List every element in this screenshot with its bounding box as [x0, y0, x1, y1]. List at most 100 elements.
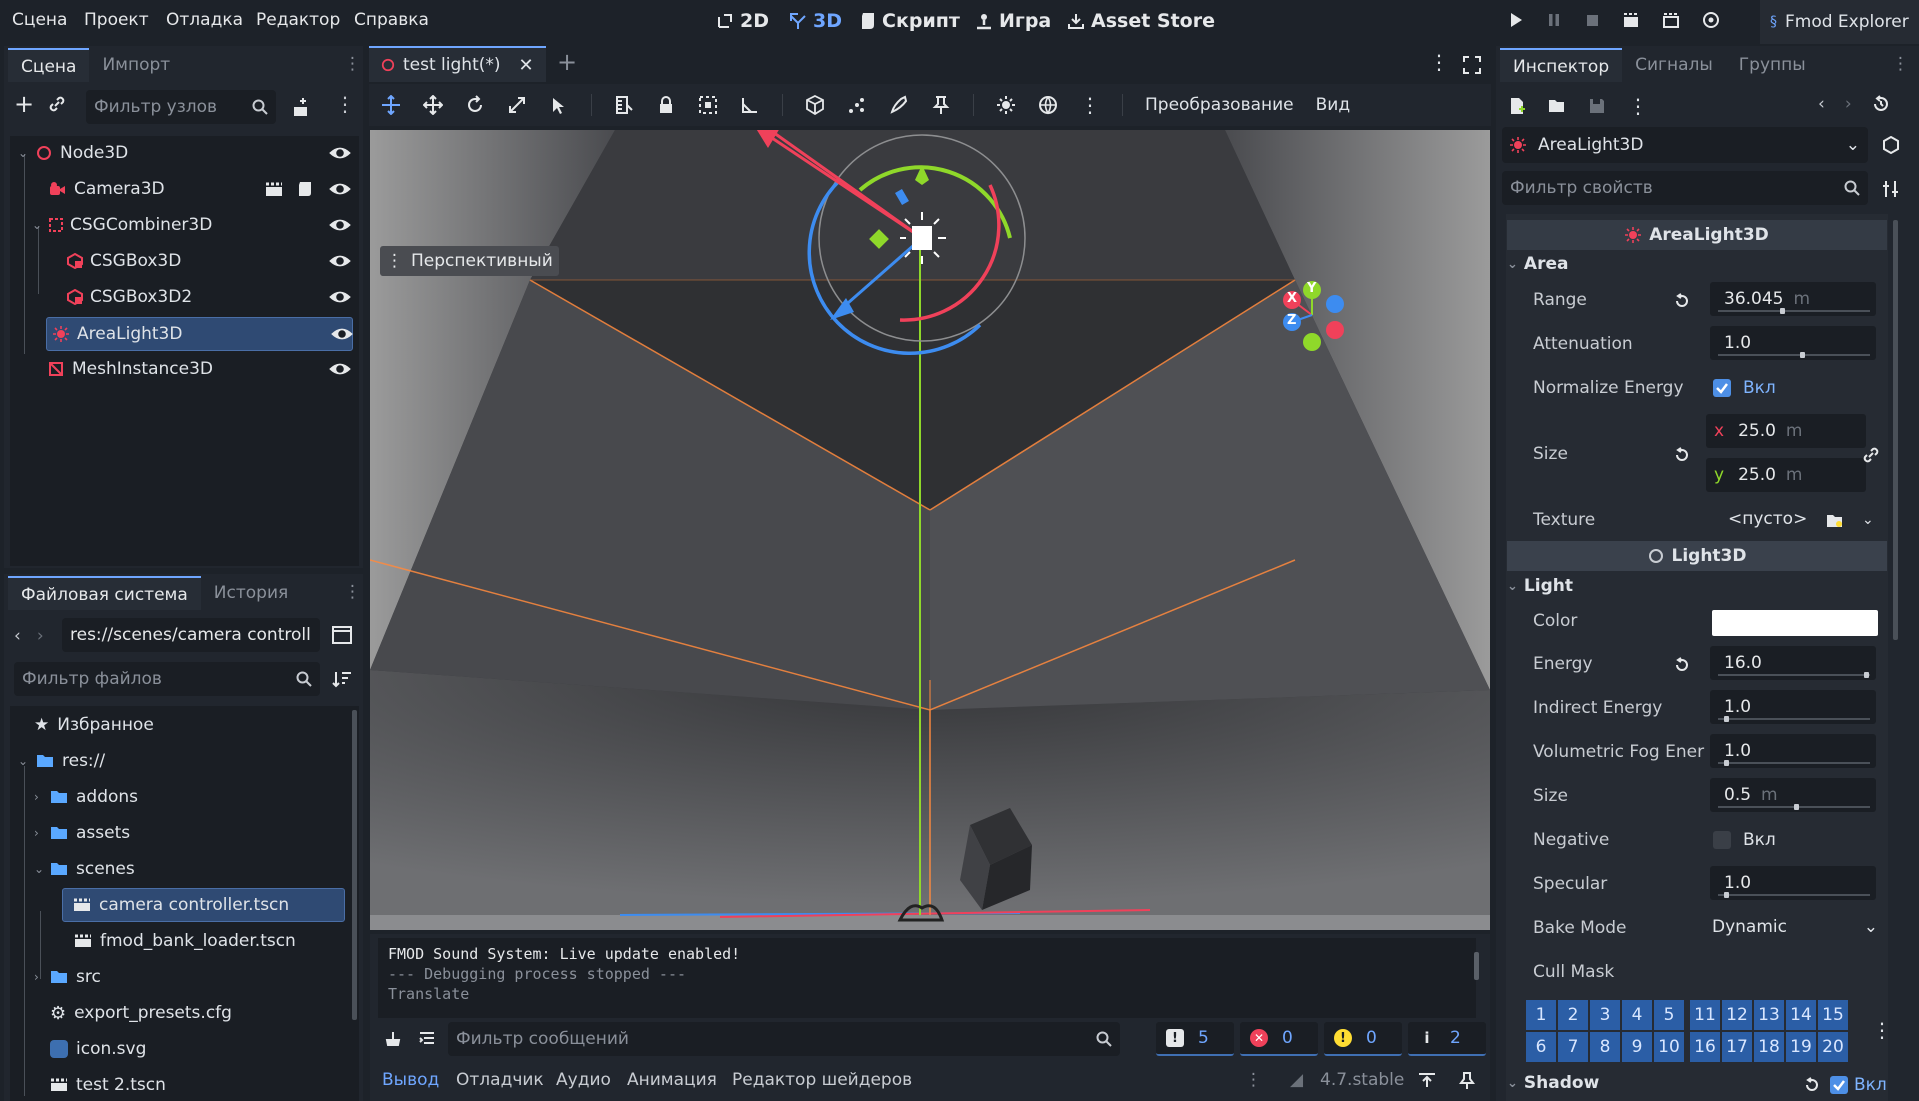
sort-icon[interactable] — [332, 670, 352, 688]
group-shadow[interactable]: ⌄ Shadow — [1507, 1073, 1599, 1093]
shadow-checkbox[interactable]: Вкл — [1830, 1075, 1887, 1095]
output-log[interactable]: FMOD Sound System: Live update enabled! … — [378, 938, 1476, 1018]
tab-shader-editor[interactable]: Редактор шейдеров — [732, 1070, 912, 1090]
mode-2d-button[interactable]: 2D — [716, 10, 769, 32]
tab-animation[interactable]: Анимация — [627, 1070, 717, 1090]
fmod-explorer-button[interactable]: § Fmod Explorer — [1760, 0, 1919, 44]
node-filter-input[interactable]: Фильтр узлов — [86, 90, 276, 124]
cull-layer-3[interactable]: 3 — [1590, 1000, 1620, 1030]
group-area[interactable]: ⌄ Area — [1507, 254, 1568, 274]
cull-layer-16[interactable]: 16 — [1690, 1032, 1720, 1062]
fs-folder-src[interactable]: › src — [34, 960, 101, 994]
back-icon[interactable]: ‹ — [14, 626, 21, 646]
tree-item-camera3d[interactable]: Camera3D — [48, 172, 353, 206]
tree-item-arealight3d[interactable]: AreaLight3D — [46, 317, 353, 351]
fs-file-icon-svg[interactable]: icon.svg — [50, 1032, 146, 1066]
instance-scene-icon[interactable] — [293, 98, 311, 116]
history-forward-icon[interactable]: › — [1845, 94, 1852, 114]
size-y-field[interactable]: y 25.0 m — [1706, 458, 1866, 492]
dock-menu-icon[interactable]: ⋮ — [1892, 54, 1909, 74]
bottom-panel-menu-icon[interactable]: ⋮ — [1245, 1070, 1262, 1090]
ruler-icon[interactable] — [614, 95, 634, 115]
rotate-mode-icon[interactable] — [465, 95, 485, 115]
tab-filesystem[interactable]: Файловая система — [8, 576, 201, 610]
play-scene-icon[interactable] — [1622, 11, 1640, 29]
cull-layer-17[interactable]: 17 — [1722, 1032, 1752, 1062]
revert-icon[interactable] — [1804, 1077, 1820, 1093]
mode-3d-button[interactable]: 3D — [789, 10, 842, 32]
forward-icon[interactable]: › — [37, 626, 44, 646]
cull-mask-menu-icon[interactable]: ⋮ — [1872, 1018, 1892, 1042]
message-filter-input[interactable]: Фильтр сообщений — [448, 1022, 1120, 1056]
menu-scene[interactable]: Сцена — [12, 10, 67, 30]
revert-icon[interactable] — [1674, 447, 1690, 463]
link-icon[interactable] — [48, 95, 66, 113]
transform-menu[interactable]: Преобразование — [1145, 95, 1294, 115]
cull-layer-14[interactable]: 14 — [1786, 1000, 1816, 1030]
volumetric-fog-field[interactable]: 1.0 — [1710, 734, 1876, 768]
resource-menu-icon[interactable]: ⋮ — [1628, 94, 1648, 118]
tab-signals[interactable]: Сигналы — [1622, 48, 1726, 82]
cull-layer-4[interactable]: 4 — [1622, 1000, 1652, 1030]
file-filter-input[interactable]: Фильтр файлов — [14, 662, 320, 696]
navigation-gizmo[interactable]: X Y Z — [1270, 280, 1360, 360]
errors-filter-button[interactable]: ✕ 0 — [1240, 1022, 1318, 1056]
group-light[interactable]: ⌄ Light — [1507, 576, 1573, 596]
play-icon[interactable] — [1508, 11, 1524, 29]
tree-item-csgbox3d2[interactable]: CSGBox3D2 — [66, 280, 353, 314]
object-props-icon[interactable] — [1882, 136, 1900, 154]
menu-editor[interactable]: Редактор — [256, 10, 340, 30]
chevron-down-icon[interactable]: ⌄ — [1862, 512, 1874, 528]
fs-file-export-presets[interactable]: ⚙ export_presets.cfg — [50, 996, 232, 1030]
fs-res-root[interactable]: ⌄ res:// — [18, 744, 105, 778]
perspective-menu[interactable]: ⋮ Перспективный — [380, 246, 559, 276]
tab-import[interactable]: Импорт — [89, 48, 183, 82]
fs-folder-addons[interactable]: › addons — [34, 780, 138, 814]
dock-menu-icon[interactable]: ⋮ — [344, 582, 361, 602]
menu-help[interactable]: Справка — [354, 10, 429, 30]
bake-mode-dropdown[interactable]: Dynamic ⌄ — [1710, 910, 1884, 944]
dock-menu-icon[interactable]: ⋮ — [344, 54, 361, 74]
clapper-icon[interactable] — [265, 181, 283, 197]
tab-history[interactable]: История — [201, 576, 301, 610]
list-select-icon[interactable] — [549, 95, 569, 115]
cull-layer-7[interactable]: 7 — [1558, 1032, 1588, 1062]
expand-panel-icon[interactable] — [1418, 1072, 1436, 1088]
history-back-icon[interactable]: ‹ — [1818, 94, 1825, 114]
mesh-icon[interactable] — [805, 95, 825, 115]
cull-layer-6[interactable]: 6 — [1526, 1032, 1556, 1062]
mode-game-button[interactable]: Игра — [975, 10, 1051, 32]
revert-icon[interactable] — [1674, 657, 1690, 673]
link-icon[interactable] — [1862, 446, 1880, 464]
tree-item-csgbox3d[interactable]: CSGBox3D — [66, 244, 353, 278]
filter-settings-icon[interactable] — [1882, 180, 1900, 198]
selected-node-dropdown[interactable]: AreaLight3D ⌄ — [1502, 127, 1868, 163]
history-icon[interactable] — [1872, 95, 1890, 113]
cull-layer-18[interactable]: 18 — [1754, 1032, 1784, 1062]
fs-file-fmod-bank-loader[interactable]: fmod_bank_loader.tscn — [74, 924, 296, 958]
cull-layer-20[interactable]: 20 — [1818, 1032, 1848, 1062]
new-tab-icon[interactable]: + — [557, 48, 577, 76]
save-icon[interactable] — [1588, 97, 1606, 115]
tab-inspector[interactable]: Инспектор — [1500, 48, 1623, 82]
cull-layer-11[interactable]: 11 — [1690, 1000, 1720, 1030]
select-mode-icon[interactable] — [381, 95, 401, 115]
file-tree-scrollbar[interactable] — [352, 710, 357, 1020]
texture-picker[interactable]: <пусто> — [1710, 502, 1830, 536]
cull-layer-8[interactable]: 8 — [1590, 1032, 1620, 1062]
tabs-menu-icon[interactable]: ⋮ — [1429, 50, 1449, 74]
normalize-energy-checkbox[interactable]: Вкл — [1713, 378, 1776, 398]
viewport-more-icon[interactable]: ⋮ — [1080, 93, 1100, 117]
sun-icon[interactable] — [996, 95, 1016, 115]
visibility-eye-icon[interactable] — [327, 251, 353, 271]
cull-layer-10[interactable]: 10 — [1654, 1032, 1684, 1062]
size-x-field[interactable]: x 25.0 m — [1706, 414, 1866, 448]
light-size-field[interactable]: 0.5 m — [1710, 778, 1876, 812]
tree-item-meshinstance3d[interactable]: MeshInstance3D — [48, 352, 353, 386]
info-filter-button[interactable]: i 2 — [1408, 1022, 1486, 1056]
range-field[interactable]: 36.045 m — [1710, 282, 1876, 316]
tree-item-csgcombiner3d[interactable]: ⌄ CSGCombiner3D — [32, 208, 353, 242]
pause-icon[interactable] — [1546, 11, 1562, 29]
move-mode-icon[interactable] — [423, 95, 443, 115]
fs-folder-assets[interactable]: › assets — [34, 816, 130, 850]
